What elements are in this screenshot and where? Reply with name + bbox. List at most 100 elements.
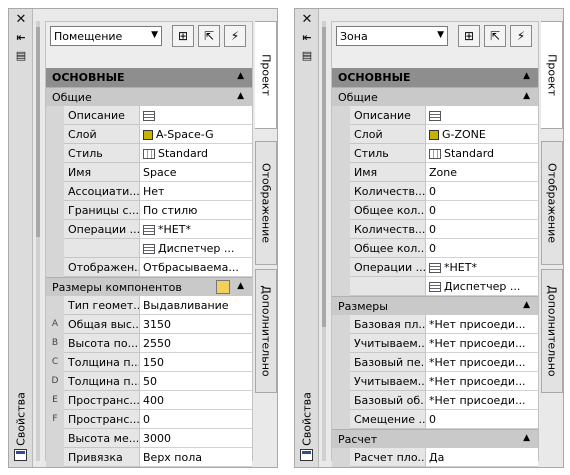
- property-value[interactable]: Да: [426, 448, 538, 467]
- property-value[interactable]: Нет: [140, 182, 252, 201]
- collapse-icon[interactable]: ▲: [237, 281, 244, 291]
- property-value[interactable]: Standard: [426, 144, 538, 163]
- collapse-icon[interactable]: ▲: [523, 433, 530, 443]
- tab-extended[interactable]: Дополнительно: [255, 269, 277, 393]
- scrollbar[interactable]: [36, 21, 40, 461]
- property-value[interactable]: Диспетчер ...: [426, 277, 538, 296]
- toggle-pickadd-button[interactable]: ⊞: [172, 25, 194, 47]
- property-value[interactable]: [140, 106, 252, 125]
- property-value[interactable]: [426, 106, 538, 125]
- property-value[interactable]: 3150: [140, 315, 252, 334]
- property-name: Операции ...: [64, 220, 140, 239]
- row-gutter: [332, 201, 350, 220]
- object-type-dropdown[interactable]: Зона ▼: [336, 26, 448, 46]
- collapse-icon[interactable]: ▲: [523, 91, 530, 101]
- property-name: Стиль: [64, 144, 140, 163]
- section-calculation[interactable]: Расчет ▲: [332, 429, 538, 448]
- property-name: Количеств...: [350, 182, 426, 201]
- property-value[interactable]: 50: [140, 372, 252, 391]
- scrollbar-thumb[interactable]: [36, 27, 40, 237]
- collapse-icon[interactable]: ▲: [523, 300, 530, 310]
- property-value[interactable]: 2550: [140, 334, 252, 353]
- property-value[interactable]: 3000: [140, 429, 252, 448]
- property-value[interactable]: По стилю: [140, 201, 252, 220]
- property-value[interactable]: *Нет присоеди...: [426, 315, 538, 334]
- property-row: Диспетчер ...: [332, 277, 538, 296]
- property-value[interactable]: *Нет присоеди...: [426, 353, 538, 372]
- property-value-text: Отбрасываема...: [143, 261, 239, 274]
- property-value-text: A-Space-G: [156, 128, 214, 141]
- tab-extended[interactable]: Дополнительно: [541, 269, 563, 393]
- palette-bottom-icon[interactable]: [14, 449, 27, 461]
- property-row: Базовая пл... *Нет присоеди...: [332, 315, 538, 334]
- property-value[interactable]: 0: [426, 239, 538, 258]
- property-name: Слой: [350, 125, 426, 144]
- property-value[interactable]: *Нет присоеди...: [426, 334, 538, 353]
- properties-menu-icon[interactable]: ▤: [13, 49, 29, 63]
- section-general[interactable]: Общие ▲: [46, 87, 252, 106]
- property-value[interactable]: 0: [426, 410, 538, 429]
- collapse-icon[interactable]: ▲: [237, 71, 244, 81]
- property-value-text: Верх пола: [143, 451, 202, 464]
- close-icon[interactable]: ✕: [299, 13, 315, 27]
- select-objects-button[interactable]: ⇱: [198, 25, 220, 47]
- property-value[interactable]: 0: [426, 220, 538, 239]
- property-name: Слой: [64, 125, 140, 144]
- quick-select-button[interactable]: ⚡: [224, 25, 246, 47]
- autohide-icon[interactable]: ⇤: [299, 31, 315, 45]
- property-value[interactable]: 150: [140, 353, 252, 372]
- property-value[interactable]: Отбрасываема...: [140, 258, 252, 277]
- property-value[interactable]: Space: [140, 163, 252, 182]
- select-objects-button[interactable]: ⇱: [484, 25, 506, 47]
- section-options-icon[interactable]: [216, 280, 230, 294]
- dimension-letter: [332, 353, 350, 372]
- property-value[interactable]: 0: [426, 201, 538, 220]
- dimension-letter: F: [46, 410, 64, 429]
- properties-menu-icon[interactable]: ▤: [299, 49, 315, 63]
- tab-project[interactable]: Проект: [541, 21, 563, 129]
- palette-bottom-icon[interactable]: [300, 449, 313, 461]
- row-gutter: [46, 258, 64, 277]
- tab-display[interactable]: Отображение: [541, 141, 563, 265]
- property-value[interactable]: A-Space-G: [140, 125, 252, 144]
- property-value-text: По стилю: [143, 204, 198, 217]
- tab-project-label: Проект: [545, 54, 558, 96]
- close-icon[interactable]: ✕: [13, 13, 29, 27]
- property-value[interactable]: *НЕТ*: [140, 220, 252, 239]
- property-name: Ассоциати...: [64, 182, 140, 201]
- toolbar: Помещение ▼ ⊞ ⇱ ⚡: [46, 22, 252, 52]
- property-value[interactable]: Верх пола: [140, 448, 252, 467]
- object-type-dropdown[interactable]: Помещение ▼: [50, 26, 162, 46]
- scrollbar-thumb[interactable]: [322, 27, 326, 327]
- property-value-text: *НЕТ*: [444, 261, 477, 274]
- property-name: Описание: [350, 106, 426, 125]
- property-value[interactable]: Standard: [140, 144, 252, 163]
- property-value[interactable]: 0: [426, 182, 538, 201]
- property-value[interactable]: Выдавливание: [140, 296, 252, 315]
- collapse-icon[interactable]: ▲: [237, 91, 244, 101]
- tab-project[interactable]: Проект: [255, 21, 277, 129]
- toggle-pickadd-button[interactable]: ⊞: [458, 25, 480, 47]
- autohide-icon[interactable]: ⇤: [13, 31, 29, 45]
- property-value[interactable]: *Нет присоеди...: [426, 391, 538, 410]
- scrollbar[interactable]: [322, 21, 326, 461]
- section-dimensions[interactable]: Размеры ▲: [332, 296, 538, 315]
- property-value[interactable]: 0: [140, 410, 252, 429]
- section-general[interactable]: Общие ▲: [332, 87, 538, 106]
- quick-select-button[interactable]: ⚡: [510, 25, 532, 47]
- collapse-icon[interactable]: ▲: [523, 71, 530, 81]
- section-basic[interactable]: ОСНОВНЫЕ ▲: [332, 68, 538, 87]
- section-dimensions[interactable]: Размеры компонентов ▲: [46, 277, 252, 296]
- section-basic[interactable]: ОСНОВНЫЕ ▲: [46, 68, 252, 87]
- property-row: Смещение ... 0: [332, 410, 538, 429]
- property-value[interactable]: G-ZONE: [426, 125, 538, 144]
- properties-content: Зона ▼ ⊞ ⇱ ⚡ ОСНОВНЫЕ ▲ Общие ▲ Описание Слой…: [331, 21, 539, 467]
- tab-display[interactable]: Отображение: [255, 141, 277, 265]
- property-row: Имя Space: [46, 163, 252, 182]
- property-value[interactable]: *Нет присоеди...: [426, 372, 538, 391]
- property-value[interactable]: *НЕТ*: [426, 258, 538, 277]
- property-value[interactable]: Zone: [426, 163, 538, 182]
- property-value[interactable]: Диспетчер ...: [140, 239, 252, 258]
- property-row: A Общая выс... 3150: [46, 315, 252, 334]
- property-value[interactable]: 400: [140, 391, 252, 410]
